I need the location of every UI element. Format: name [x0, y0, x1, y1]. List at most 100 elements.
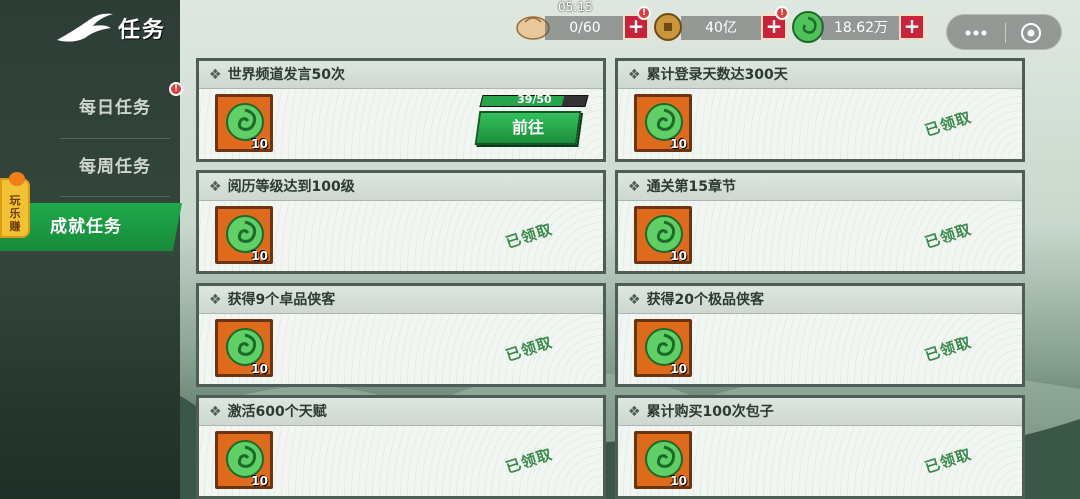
diamond-bullet-icon: ❖ [628, 67, 641, 83]
earn-widget-label: 玩乐赚 [9, 194, 21, 233]
reward-item[interactable]: 10 [215, 94, 273, 152]
reward-count: 10 [670, 249, 687, 263]
mini-program-menu [946, 14, 1062, 50]
claimed-stamp: 已领取 [908, 428, 988, 494]
diamond-bullet-icon: ❖ [209, 67, 222, 83]
claimed-stamp: 已领取 [489, 203, 569, 269]
task-card: ❖ 世界频道发言50次 10 39/50 前往 [196, 58, 606, 162]
task-body: 10 已领取 [618, 426, 1022, 496]
diamond-bullet-icon: ❖ [209, 179, 222, 195]
claimed-stamp: 已领取 [908, 316, 988, 382]
reward-count: 10 [670, 474, 687, 488]
pumpkin-icon [9, 172, 25, 186]
task-body: 10 已领取 [618, 201, 1022, 271]
play-earn-widget[interactable]: 玩乐赚 [0, 172, 30, 238]
task-title: 世界频道发言50次 [227, 67, 346, 83]
stamp-text: 已领取 [503, 219, 555, 252]
task-title: 获得20个极品侠客 [646, 292, 765, 308]
diamond-bullet-icon: ❖ [209, 292, 222, 308]
swallow-logo-icon [57, 13, 113, 42]
stamp-text: 已领取 [922, 332, 974, 365]
task-card: ❖ 获得9个卓品侠客 10 已领取 [196, 283, 606, 387]
tab-achievement-label: 成就任务 [50, 217, 122, 237]
task-card: ❖ 阅历等级达到100级 10 已领取 [196, 170, 606, 274]
coin-value: 40亿 [681, 16, 761, 40]
tab-weekly-tasks[interactable]: 每周任务 [55, 147, 175, 187]
reward-item[interactable]: 10 [634, 431, 692, 489]
reward-item[interactable]: 10 [215, 319, 273, 377]
progress-text: 39/50 [517, 93, 552, 106]
task-card: ❖ 获得20个极品侠客 10 已领取 [615, 283, 1025, 387]
stamina-alert-badge: ! [637, 6, 651, 20]
more-dots-icon[interactable] [963, 25, 989, 41]
diamond-bullet-icon: ❖ [209, 404, 222, 420]
claimed-stamp: 已领取 [489, 428, 569, 494]
task-card: ❖ 累计购买100次包子 10 已领取 [615, 395, 1025, 499]
timer-text: 05:15 [558, 0, 593, 14]
claimed-stamp: 已领取 [908, 91, 988, 157]
task-card: ❖ 通关第15章节 10 已领取 [615, 170, 1025, 274]
add-jade-button[interactable]: + [899, 14, 925, 40]
stamp-text: 已领取 [503, 444, 555, 477]
close-target-icon[interactable] [1019, 21, 1043, 45]
reward-item[interactable]: 10 [215, 431, 273, 489]
header: 任务 [0, 0, 180, 60]
reward-count: 10 [670, 137, 687, 151]
reward-count: 10 [251, 137, 268, 151]
tab-divider [60, 138, 170, 139]
stamina-value: 0/60 [545, 16, 625, 40]
reward-item[interactable]: 10 [634, 206, 692, 264]
task-title: 累计购买100次包子 [646, 404, 774, 420]
task-header: ❖ 获得20个极品侠客 [618, 286, 1022, 314]
task-title: 获得9个卓品侠客 [227, 292, 336, 308]
task-header: ❖ 激活600个天赋 [199, 398, 603, 426]
task-body: 10 已领取 [199, 314, 603, 384]
reward-item[interactable]: 10 [215, 206, 273, 264]
task-header: ❖ 阅历等级达到100级 [199, 173, 603, 201]
go-button-label: 前往 [511, 118, 544, 137]
diamond-bullet-icon: ❖ [628, 404, 641, 420]
tab-weekly-label: 每周任务 [79, 157, 151, 177]
task-header: ❖ 世界频道发言50次 [199, 61, 603, 89]
task-body: 10 已领取 [199, 426, 603, 496]
reward-count: 10 [251, 249, 268, 263]
task-header: ❖ 累计登录天数达300天 [618, 61, 1022, 89]
task-title: 累计登录天数达300天 [646, 67, 788, 83]
menu-separator [1005, 23, 1006, 43]
task-body: 10 已领取 [618, 314, 1022, 384]
task-card: ❖ 累计登录天数达300天 10 已领取 [615, 58, 1025, 162]
task-title: 激活600个天赋 [227, 404, 327, 420]
stamp-text: 已领取 [922, 107, 974, 140]
stamp-text: 已领取 [922, 219, 974, 252]
tab-daily-label: 每日任务 [79, 98, 151, 118]
claimed-stamp: 已领取 [908, 203, 988, 269]
page-title: 任务 [118, 17, 167, 43]
daily-alert-badge: ! [169, 82, 183, 96]
task-body: 10 已领取 [618, 89, 1022, 159]
task-header: ❖ 通关第15章节 [618, 173, 1022, 201]
jade-icon [792, 11, 824, 43]
tab-daily-tasks[interactable]: 每日任务 [55, 88, 175, 128]
coin-icon [654, 13, 682, 41]
coin-alert-badge: ! [775, 6, 789, 20]
reward-count: 10 [251, 474, 268, 488]
task-progress-bar: 39/50 [479, 93, 589, 107]
resource-bar: 05:15 0/60 + ! 40亿 + ! 18.62万 + [515, 0, 935, 46]
stamp-text: 已领取 [922, 444, 974, 477]
task-title: 通关第15章节 [646, 179, 737, 195]
stamp-text: 已领取 [503, 332, 555, 365]
claimed-stamp: 已领取 [489, 316, 569, 382]
task-body: 10 39/50 前往 [199, 89, 603, 159]
jade-value: 18.62万 [821, 16, 901, 40]
sidebar: 任务 每日任务 ! 每周任务 成就任务 玩乐赚 [0, 0, 183, 499]
diamond-bullet-icon: ❖ [628, 179, 641, 195]
reward-item[interactable]: 10 [634, 319, 692, 377]
diamond-bullet-icon: ❖ [628, 292, 641, 308]
reward-count: 10 [670, 362, 687, 376]
task-header: ❖ 获得9个卓品侠客 [199, 286, 603, 314]
task-body: 10 已领取 [199, 201, 603, 271]
reward-count: 10 [251, 362, 268, 376]
go-button[interactable]: 前往 [474, 111, 582, 145]
task-header: ❖ 累计购买100次包子 [618, 398, 1022, 426]
reward-item[interactable]: 10 [634, 94, 692, 152]
